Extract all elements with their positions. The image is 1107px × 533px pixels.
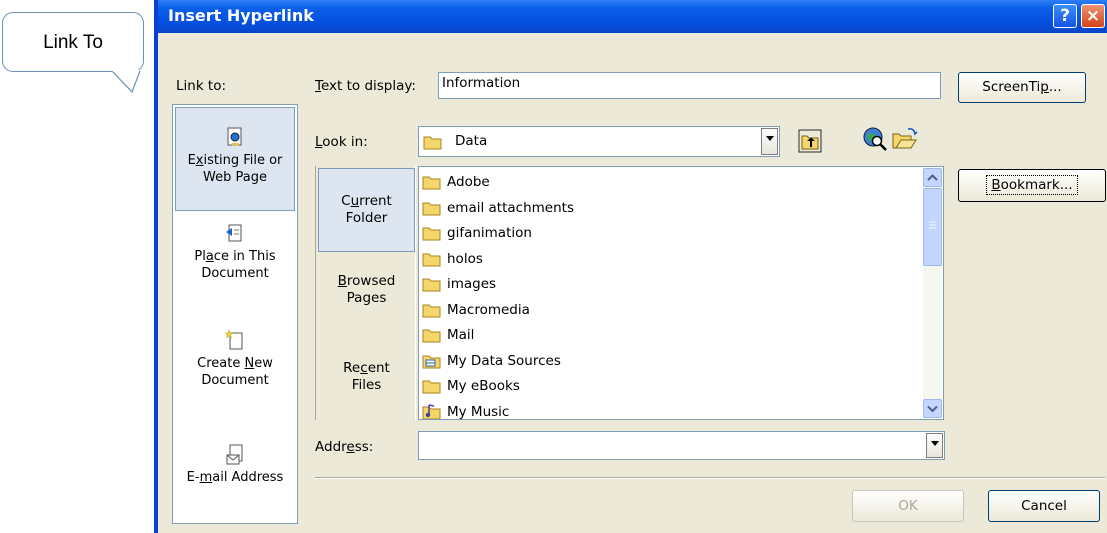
look-in-value: Data	[455, 133, 488, 149]
link-place-in-document-label: Place in This Document	[194, 249, 276, 281]
bookmark-button-label: Bookmark...	[986, 175, 1078, 195]
look-in-label: Look in:	[315, 134, 368, 150]
list-item[interactable]: Adobe	[422, 171, 490, 193]
list-item[interactable]: My Music	[422, 401, 509, 419]
data-sources-folder-icon	[422, 355, 441, 368]
scroll-thumb[interactable]	[923, 188, 942, 266]
existing-file-icon	[227, 127, 242, 146]
list-item[interactable]: My eBooks	[422, 375, 520, 397]
place-in-document-icon	[226, 224, 242, 242]
link-email-address[interactable]: E-mail Address	[175, 443, 295, 503]
browse-nav-bar: Current Folder Browsed Pages Recent Files	[315, 166, 416, 420]
file-list[interactable]: Adobe email attachments gifanimation hol…	[418, 166, 944, 420]
folder-icon	[422, 202, 441, 215]
address-label: Address:	[315, 439, 374, 455]
browse-file-button[interactable]	[890, 124, 918, 152]
folder-icon	[422, 176, 441, 190]
look-in-dropdown-arrow[interactable]	[761, 128, 778, 155]
folder-icon	[422, 304, 441, 317]
recent-files-button[interactable]: Recent Files	[318, 360, 415, 400]
list-item[interactable]: email attachments	[422, 197, 574, 219]
list-item[interactable]: My Data Sources	[422, 350, 561, 372]
help-button[interactable]: ?	[1053, 4, 1077, 28]
new-document-icon	[224, 329, 243, 350]
link-email-address-label: E-mail Address	[186, 470, 284, 485]
ok-button[interactable]: OK	[852, 490, 964, 522]
up-one-folder-icon	[798, 129, 822, 153]
divider	[315, 477, 1105, 479]
screentip-button[interactable]: ScreenTip...	[958, 72, 1086, 103]
link-to-label: Link to:	[176, 78, 227, 94]
callout-text: Link To	[43, 32, 103, 53]
list-item[interactable]: holos	[422, 248, 483, 270]
folder-icon	[422, 380, 441, 394]
text-to-display-input[interactable]: Information	[438, 72, 941, 99]
cancel-button[interactable]: Cancel	[988, 490, 1100, 522]
address-field[interactable]	[418, 431, 945, 460]
folder-icon	[422, 253, 441, 266]
scroll-down-button[interactable]	[923, 399, 942, 418]
list-item[interactable]: Mail	[422, 324, 474, 346]
dialog-title: Insert Hyperlink	[168, 6, 314, 25]
grip-icon	[929, 221, 936, 229]
list-item[interactable]: Macromedia	[422, 299, 530, 321]
link-to-bar: Existing File or Web Page Place in This Do…	[172, 104, 298, 524]
callout-box: Link To	[2, 12, 144, 72]
email-address-icon	[226, 444, 243, 465]
music-folder-icon	[422, 403, 441, 419]
list-item[interactable]: gifanimation	[422, 222, 532, 244]
file-list-scrollbar[interactable]	[923, 168, 942, 418]
folder-icon	[422, 329, 441, 343]
folder-icon	[422, 278, 441, 292]
link-existing-file[interactable]: Existing File or Web Page	[175, 107, 295, 211]
bookmark-button[interactable]: Bookmark...	[958, 169, 1106, 202]
text-to-display-label: Text to display:	[315, 78, 416, 94]
look-in-dropdown[interactable]: Data	[418, 126, 780, 157]
up-one-folder-button[interactable]	[796, 127, 824, 155]
link-existing-file-label: Existing File or Web Page	[187, 153, 283, 185]
current-folder-button[interactable]: Current Folder	[318, 168, 415, 252]
scroll-up-button[interactable]	[923, 168, 942, 187]
chevron-up-icon	[927, 174, 938, 181]
browse-web-icon	[863, 127, 887, 151]
close-button[interactable]: ×	[1081, 4, 1105, 28]
address-dropdown-arrow[interactable]	[926, 433, 943, 458]
folder-icon	[423, 136, 442, 150]
list-item[interactable]: images	[422, 273, 496, 295]
link-place-in-document[interactable]: Place in This Document	[175, 222, 295, 302]
browse-file-icon	[892, 128, 918, 149]
browse-web-button[interactable]	[860, 124, 888, 152]
link-create-new-document-label: Create New Document	[197, 356, 273, 388]
folder-icon	[422, 227, 441, 241]
link-create-new-document[interactable]: Create New Document	[175, 329, 295, 409]
title-bar: Insert Hyperlink ? ×	[158, 0, 1107, 33]
chevron-down-icon	[927, 405, 938, 413]
insert-hyperlink-dialog: Insert Hyperlink ? × Link to: Existing F…	[154, 0, 1107, 533]
browsed-pages-button[interactable]: Browsed Pages	[318, 273, 415, 313]
